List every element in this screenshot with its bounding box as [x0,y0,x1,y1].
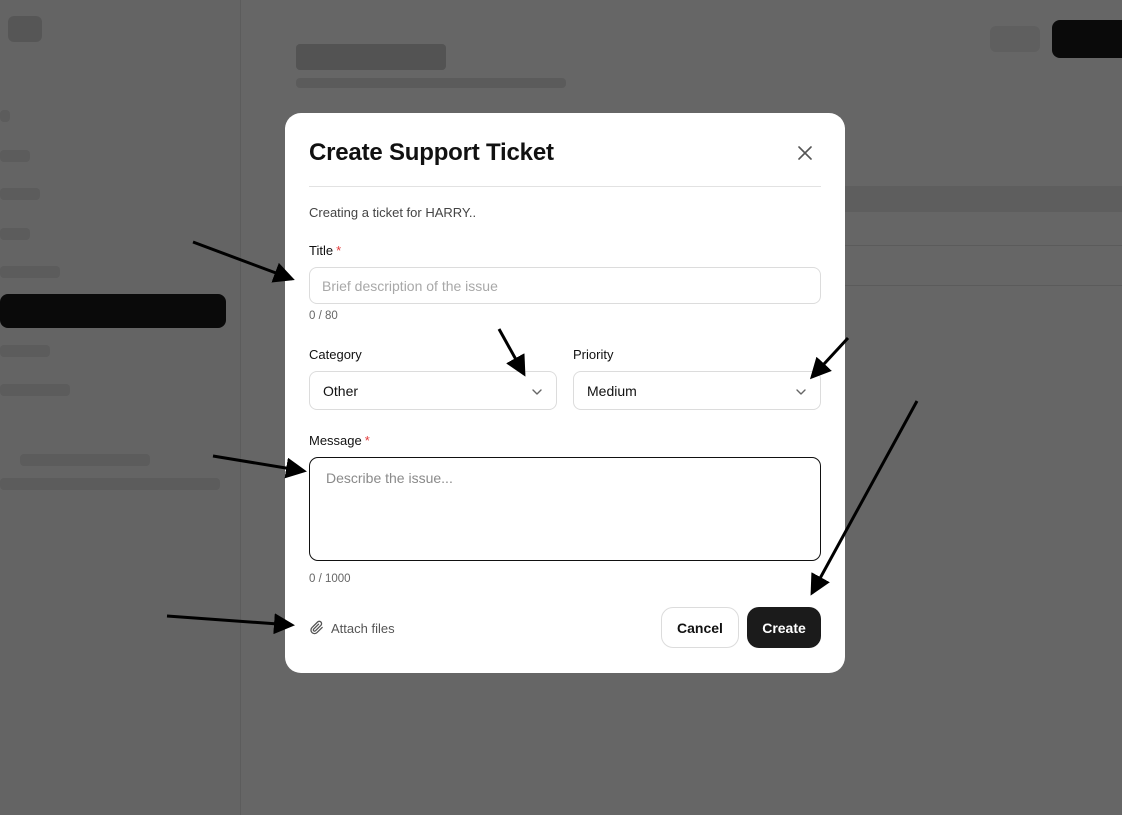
attach-files-label: Attach files [331,620,395,636]
paperclip-icon [310,620,323,635]
title-label: Title * [309,243,341,258]
cancel-button[interactable]: Cancel [661,607,739,648]
modal-title: Create Support Ticket [309,139,554,166]
header-divider [309,186,821,187]
create-button[interactable]: Create [747,607,821,648]
message-char-counter: 0 / 1000 [309,573,351,585]
priority-label: Priority [573,347,614,362]
category-select[interactable]: Other [309,371,557,410]
chevron-down-icon [796,389,806,395]
message-label: Message * [309,433,370,448]
priority-selected-value: Medium [587,383,637,399]
message-label-text: Message [309,433,362,448]
required-asterisk: * [364,433,370,448]
category-label: Category [309,347,362,362]
title-char-counter: 0 / 80 [309,310,338,322]
message-textarea[interactable] [309,457,821,561]
required-asterisk: * [336,243,342,258]
intro-text: Creating a ticket for HARRY.. [309,205,477,220]
close-button[interactable] [793,141,817,165]
priority-select[interactable]: Medium [573,371,821,410]
chevron-down-icon [532,389,542,395]
category-selected-value: Other [323,383,359,399]
close-icon [798,146,812,160]
create-ticket-modal: Create Support Ticket Creating a ticket … [285,113,845,673]
title-input[interactable] [309,267,821,304]
title-label-text: Title [309,243,334,258]
attach-files-button[interactable]: Attach files [309,618,395,638]
